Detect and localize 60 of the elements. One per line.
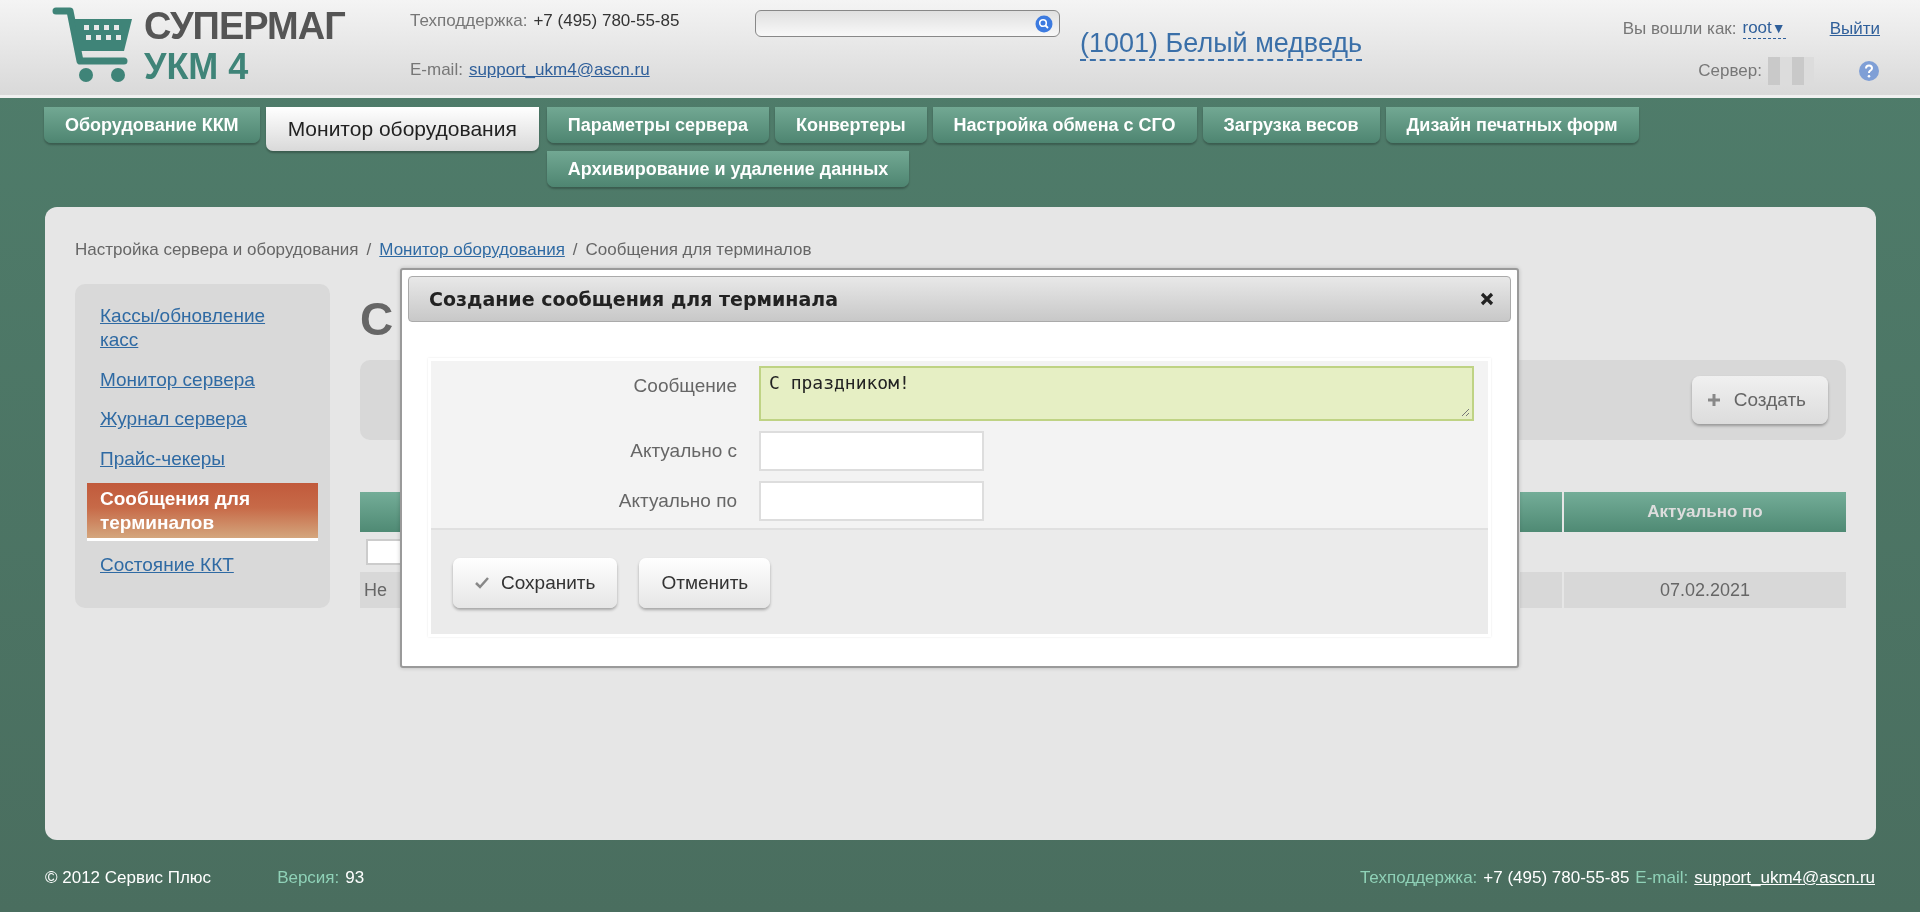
nav-tab[interactable]: Архивирование и удаление данных — [546, 151, 910, 187]
nav-tab[interactable]: Параметры сервера — [546, 107, 769, 143]
user-menu[interactable]: root▼ — [1742, 18, 1786, 39]
nav-tab[interactable]: Настройка обмена с СГО — [932, 107, 1197, 143]
breadcrumb-item: Сообщения для терминалов — [585, 240, 812, 260]
date-field[interactable] — [759, 481, 984, 521]
search-field[interactable] — [755, 10, 1060, 37]
sidebar-item[interactable]: Монитор сервера — [87, 363, 318, 396]
date-field[interactable] — [759, 431, 984, 471]
support-label: Техподдержка: — [1359, 868, 1478, 888]
message-field[interactable]: С праздником! — [759, 366, 1474, 421]
table-cell: 07.02.2021 — [1564, 572, 1846, 608]
blurred-value — [1768, 57, 1814, 85]
logout-link[interactable]: Выйти — [1829, 18, 1880, 39]
copyright-text: © 2012 Сервис Плюс — [45, 868, 212, 888]
field-label: Сообщение — [632, 374, 738, 397]
server-label: Сервер: — [1698, 61, 1762, 81]
sidebar-item[interactable]: Прайс-чекеры — [87, 443, 318, 475]
help-icon[interactable] — [1858, 60, 1880, 82]
field-label: Актуально по — [617, 489, 738, 512]
nav-tab[interactable]: Оборудование ККМ — [44, 107, 260, 143]
support-label: Техподдержка: — [410, 11, 528, 31]
sidebar-item[interactable]: Кассы/обновление касс — [87, 300, 318, 356]
version-label: Версия: — [277, 868, 340, 888]
column-header: Актуально по — [1564, 492, 1846, 532]
login-label: Вы вошли как: — [1622, 18, 1737, 39]
logo-subtitle: УКМ 4 — [144, 49, 250, 85]
resize-grip-icon[interactable] — [1460, 407, 1470, 417]
search-icon[interactable] — [1035, 14, 1053, 33]
breadcrumb-link[interactable]: Монитор оборудования — [379, 240, 565, 260]
breadcrumb-item: Настройка сервера и оборудования — [75, 240, 359, 260]
field-label: Актуально с — [629, 439, 738, 462]
close-icon[interactable] — [1480, 292, 1494, 306]
page-heading: С — [360, 292, 394, 347]
create-button[interactable]: Создать — [1691, 376, 1828, 424]
dialog-title: Создание сообщения для терминала — [429, 288, 839, 310]
email-label: E-mail: — [1635, 868, 1689, 888]
sidebar-item[interactable]: Состояние ККТ — [87, 549, 318, 581]
support-phone: +7 (495) 780-55-85 — [1483, 868, 1630, 888]
nav-tab[interactable]: Монитор оборудования — [265, 107, 539, 151]
nav-tab[interactable]: Дизайн печатных форм — [1385, 107, 1639, 143]
nav-tab[interactable]: Загрузка весов — [1202, 107, 1380, 143]
breadcrumb-separator: / — [366, 240, 372, 260]
column-header — [1520, 492, 1562, 532]
table-cell — [1520, 572, 1562, 608]
store-link[interactable]: (1001) Белый медведь — [1080, 28, 1363, 62]
email-link[interactable]: support_ukm4@ascn.ru — [1694, 868, 1875, 888]
email-link[interactable]: support_ukm4@ascn.ru — [468, 60, 650, 80]
nav-tab[interactable]: Конвертеры — [774, 107, 927, 143]
cancel-button[interactable]: Отменить — [639, 558, 771, 608]
breadcrumb-separator: / — [572, 240, 578, 260]
sidebar-item[interactable]: Журнал сервера — [87, 403, 318, 435]
sidebar-item[interactable]: Сообщения для терминалов — [87, 482, 318, 542]
check-icon — [475, 577, 489, 589]
plus-icon — [1707, 394, 1720, 406]
save-button[interactable]: Сохранить — [453, 558, 618, 608]
support-phone: +7 (495) 780-55-85 — [533, 11, 680, 31]
version-number: 93 — [345, 868, 365, 888]
logo-title: СУПЕРМАГ — [144, 7, 345, 45]
email-label: E-mail: — [410, 60, 463, 80]
